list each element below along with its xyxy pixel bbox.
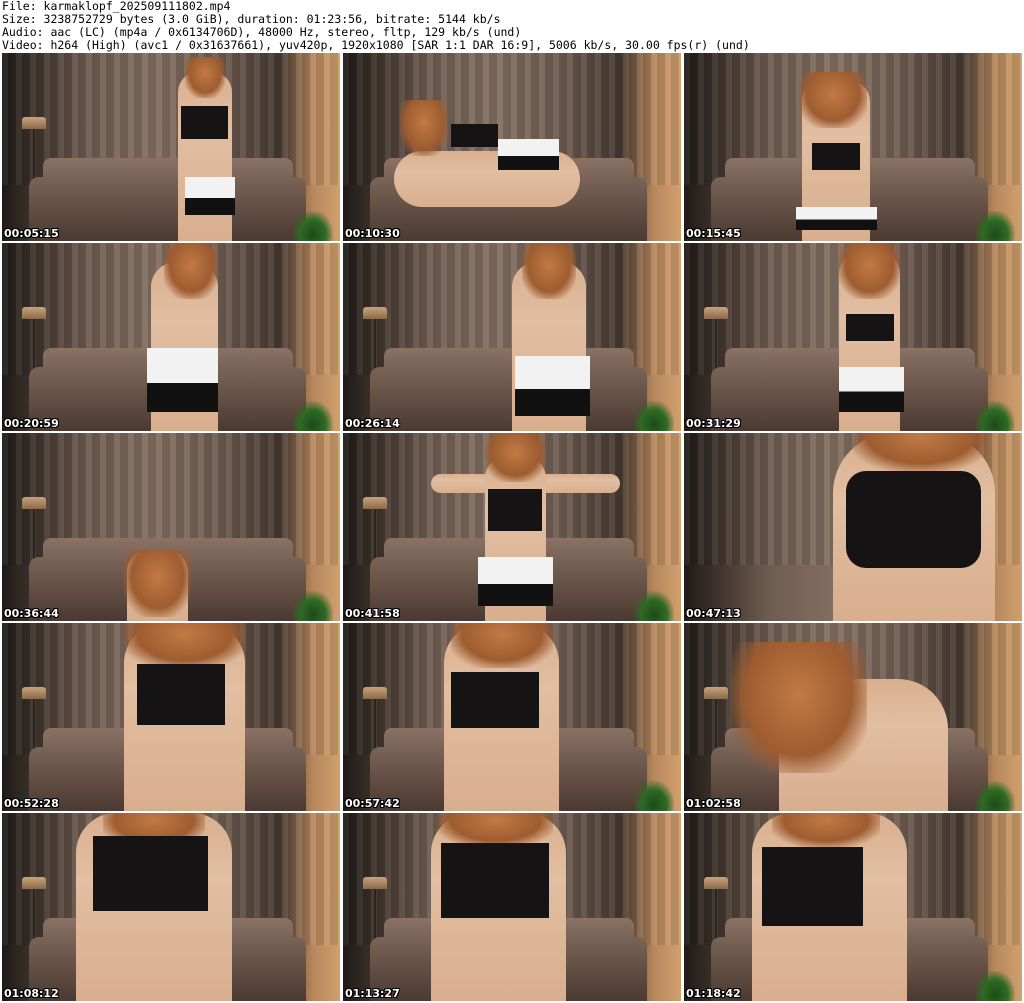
thumbnail-grid: 00:05:15 00:10:30 00:15:45 00:20:59 00:2… — [2, 53, 1022, 1003]
video-thumbnail[interactable]: 01:08:12 — [2, 813, 340, 1001]
video-thumbnail[interactable]: 01:18:42 — [684, 813, 1022, 1001]
floor-lamp-icon — [363, 686, 388, 699]
thumbnail-timestamp: 00:36:44 — [4, 607, 59, 620]
floor-lamp-icon — [363, 496, 388, 509]
floor-lamp-icon — [22, 306, 47, 319]
video-thumbnail[interactable]: 00:10:30 — [343, 53, 681, 241]
video-info-line: Video: h264 (High) (avc1 / 0x31637661), … — [2, 39, 750, 52]
video-thumbnail[interactable]: 01:13:27 — [343, 813, 681, 1001]
floor-lamp-icon — [704, 686, 729, 699]
thumbnail-timestamp: 00:05:15 — [4, 227, 59, 240]
floor-lamp-icon — [22, 496, 47, 509]
video-thumbnail[interactable]: 00:52:28 — [2, 623, 340, 811]
thumbnail-timestamp: 01:13:27 — [345, 987, 400, 1000]
floor-lamp-icon — [704, 306, 729, 319]
video-thumbnail[interactable]: 00:47:13 — [684, 433, 1022, 621]
floor-lamp-icon — [22, 876, 47, 889]
thumbnail-timestamp: 00:20:59 — [4, 417, 59, 430]
video-thumbnail[interactable]: 00:31:29 — [684, 243, 1022, 431]
floor-lamp-icon — [22, 686, 47, 699]
video-thumbnail[interactable]: 00:57:42 — [343, 623, 681, 811]
video-thumbnail[interactable]: 00:15:45 — [684, 53, 1022, 241]
video-thumbnail[interactable]: 00:05:15 — [2, 53, 340, 241]
audio-info-line: Audio: aac (LC) (mp4a / 0x6134706D), 480… — [2, 26, 522, 39]
thumbnail-timestamp: 00:31:29 — [686, 417, 741, 430]
thumbnail-timestamp: 00:10:30 — [345, 227, 400, 240]
thumbnail-timestamp: 01:08:12 — [4, 987, 59, 1000]
thumbnail-timestamp: 00:15:45 — [686, 227, 741, 240]
thumbnail-timestamp: 01:18:42 — [686, 987, 741, 1000]
thumbnail-timestamp: 01:02:58 — [686, 797, 741, 810]
video-thumbnail[interactable]: 00:36:44 — [2, 433, 340, 621]
thumbnail-timestamp: 00:41:58 — [345, 607, 400, 620]
contact-sheet-header: File: karmaklopf_202509111802.mp4 Size: … — [2, 0, 1022, 52]
thumbnail-timestamp: 00:52:28 — [4, 797, 59, 810]
floor-lamp-icon — [363, 306, 388, 319]
thumbnail-timestamp: 00:26:14 — [345, 417, 400, 430]
video-thumbnail[interactable]: 00:41:58 — [343, 433, 681, 621]
file-name-line: File: karmaklopf_202509111802.mp4 — [2, 0, 231, 13]
thumbnail-timestamp: 00:47:13 — [686, 607, 741, 620]
floor-lamp-icon — [704, 876, 729, 889]
video-thumbnail[interactable]: 01:02:58 — [684, 623, 1022, 811]
floor-lamp-icon — [363, 876, 388, 889]
floor-lamp-icon — [22, 116, 47, 129]
thumbnail-timestamp: 00:57:42 — [345, 797, 400, 810]
video-thumbnail[interactable]: 00:26:14 — [343, 243, 681, 431]
video-thumbnail[interactable]: 00:20:59 — [2, 243, 340, 431]
size-duration-line: Size: 3238752729 bytes (3.0 GiB), durati… — [2, 13, 501, 26]
